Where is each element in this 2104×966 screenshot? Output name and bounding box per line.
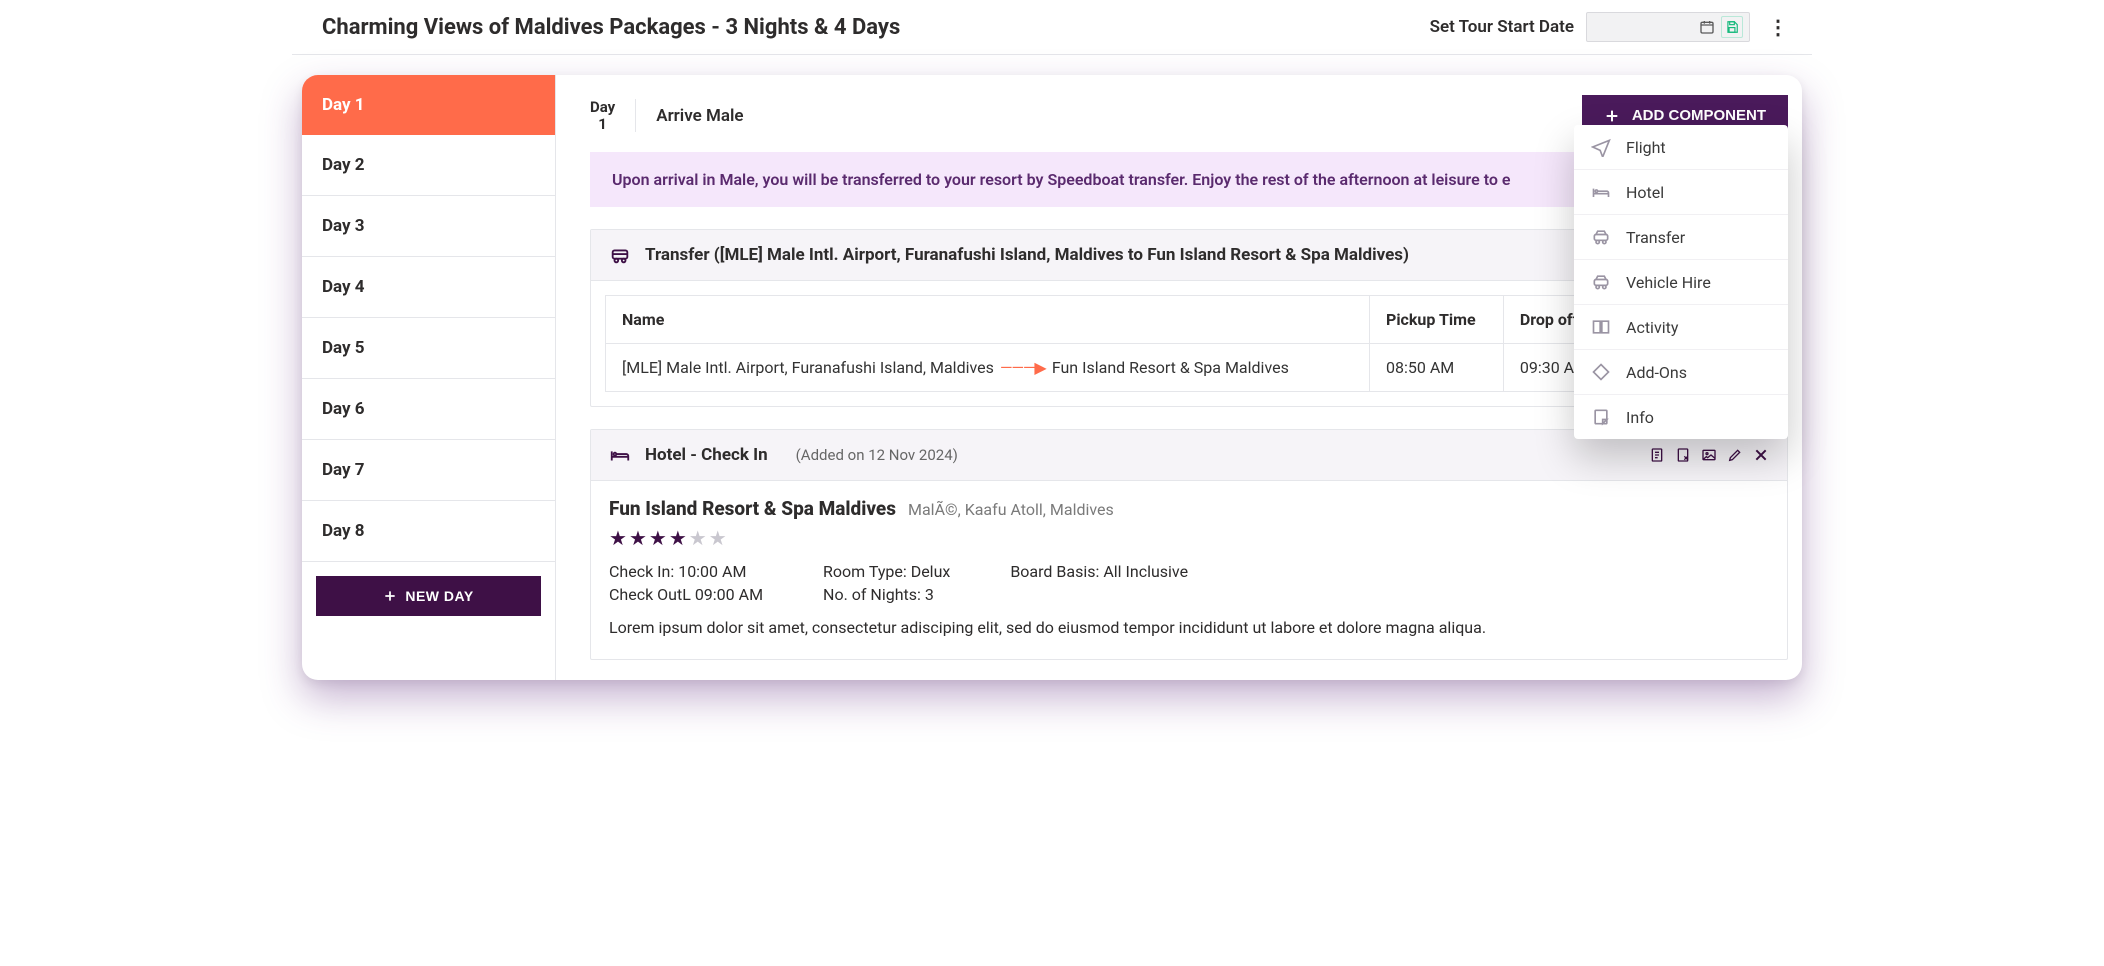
add-menu-item-flight[interactable]: Flight [1574,125,1788,170]
car-icon [1590,227,1612,247]
notes-icon[interactable] [1649,447,1665,463]
add-menu-label: Vehicle Hire [1626,273,1711,292]
tour-start-date-input[interactable] [1593,16,1693,38]
hotel-board-basis: Board Basis: All Inclusive [1010,562,1188,581]
plus-icon [1604,108,1620,124]
transfer-icon [609,244,631,266]
close-icon[interactable] [1753,447,1769,463]
col-pickup: Pickup Time [1370,296,1504,344]
page-title: Charming Views of Maldives Packages - 3 … [322,15,1430,40]
image-icon[interactable] [1701,447,1717,463]
hotel-room-type: Room Type: Delux [823,562,950,581]
col-name: Name [606,296,1370,344]
hotel-checkin: Check In: 10:00 AM [609,562,763,581]
add-component-menu: Flight Hotel Transfer Vehicle Hire Activity A… [1574,125,1788,439]
add-menu-label: Hotel [1626,183,1664,202]
day-title: Arrive Male [656,106,743,126]
sidebar-day-6[interactable]: Day 6 [302,379,555,440]
add-menu-label: Info [1626,408,1654,427]
add-menu-label: Flight [1626,138,1666,157]
new-day-button[interactable]: NEW DAY [316,576,541,616]
add-component-label: ADD COMPONENT [1632,107,1766,124]
add-menu-item-transfer[interactable]: Transfer [1574,215,1788,260]
hotel-checkout: Check OutL 09:00 AM [609,585,763,604]
more-menu-icon[interactable]: ⋮ [1762,15,1794,39]
hotel-location: MalÃ©, Kaafu Atoll, Maldives [908,500,1114,519]
add-menu-item-vehicle-hire[interactable]: Vehicle Hire [1574,260,1788,305]
hotel-nights: No. of Nights: 3 [823,585,950,604]
sidebar-day-2[interactable]: Day 2 [302,135,555,196]
add-menu-item-activity[interactable]: Activity [1574,305,1788,350]
bed-icon [1590,182,1612,202]
hotel-added-on: (Added on 12 Nov 2024) [796,446,958,464]
sidebar-day-1[interactable]: Day 1 [302,75,555,135]
plus-icon [383,589,397,603]
route-to: Fun Island Resort & Spa Maldives [1052,358,1289,377]
sidebar-day-4[interactable]: Day 4 [302,257,555,318]
sidebar-day-3[interactable]: Day 3 [302,196,555,257]
plane-icon [1590,137,1612,157]
sidebar-day-7[interactable]: Day 7 [302,440,555,501]
add-menu-label: Activity [1626,318,1678,337]
main-content: Day 1 Arrive Male ADD COMPONENT Upon arr… [556,75,1802,680]
tag-icon [1590,362,1612,382]
tour-start-date-field[interactable] [1586,12,1750,42]
add-menu-label: Transfer [1626,228,1685,247]
sidebar-day-5[interactable]: Day 5 [302,318,555,379]
add-menu-item-hotel[interactable]: Hotel [1574,170,1788,215]
add-menu-item-info[interactable]: Info [1574,395,1788,439]
route-from: [MLE] Male Intl. Airport, Furanafushi Is… [622,358,994,377]
hotel-description: Lorem ipsum dolor sit amet, consectetur … [609,618,1769,637]
calendar-icon[interactable] [1699,19,1715,35]
edit-notes-icon[interactable] [1675,447,1691,463]
hotel-heading: Hotel - Check In [645,445,768,465]
set-date-label: Set Tour Start Date [1430,17,1574,37]
day-indicator: Day 1 [590,99,636,132]
transfer-heading: Transfer ([MLE] Male Intl. Airport, Fura… [645,245,1409,265]
day-sidebar: Day 1Day 2Day 3Day 4Day 5Day 6Day 7Day 8… [302,75,556,680]
note-icon [1590,407,1612,427]
add-menu-item-add-ons[interactable]: Add-Ons [1574,350,1788,395]
save-icon[interactable] [1721,16,1743,38]
sidebar-day-8[interactable]: Day 8 [302,501,555,562]
pickup-time: 08:50 AM [1370,344,1504,392]
star-rating: ★★★★★★ [609,526,1769,550]
hotel-name: Fun Island Resort & Spa Maldives [609,497,896,520]
bed-icon [609,444,631,466]
new-day-label: NEW DAY [405,588,473,604]
car-icon [1590,272,1612,292]
arrow-icon: ———▶ [998,358,1048,377]
book-icon [1590,317,1612,337]
add-menu-label: Add-Ons [1626,363,1687,382]
edit-icon[interactable] [1727,447,1743,463]
hotel-component: Hotel - Check In (Added on 12 Nov 2024) [590,429,1788,660]
